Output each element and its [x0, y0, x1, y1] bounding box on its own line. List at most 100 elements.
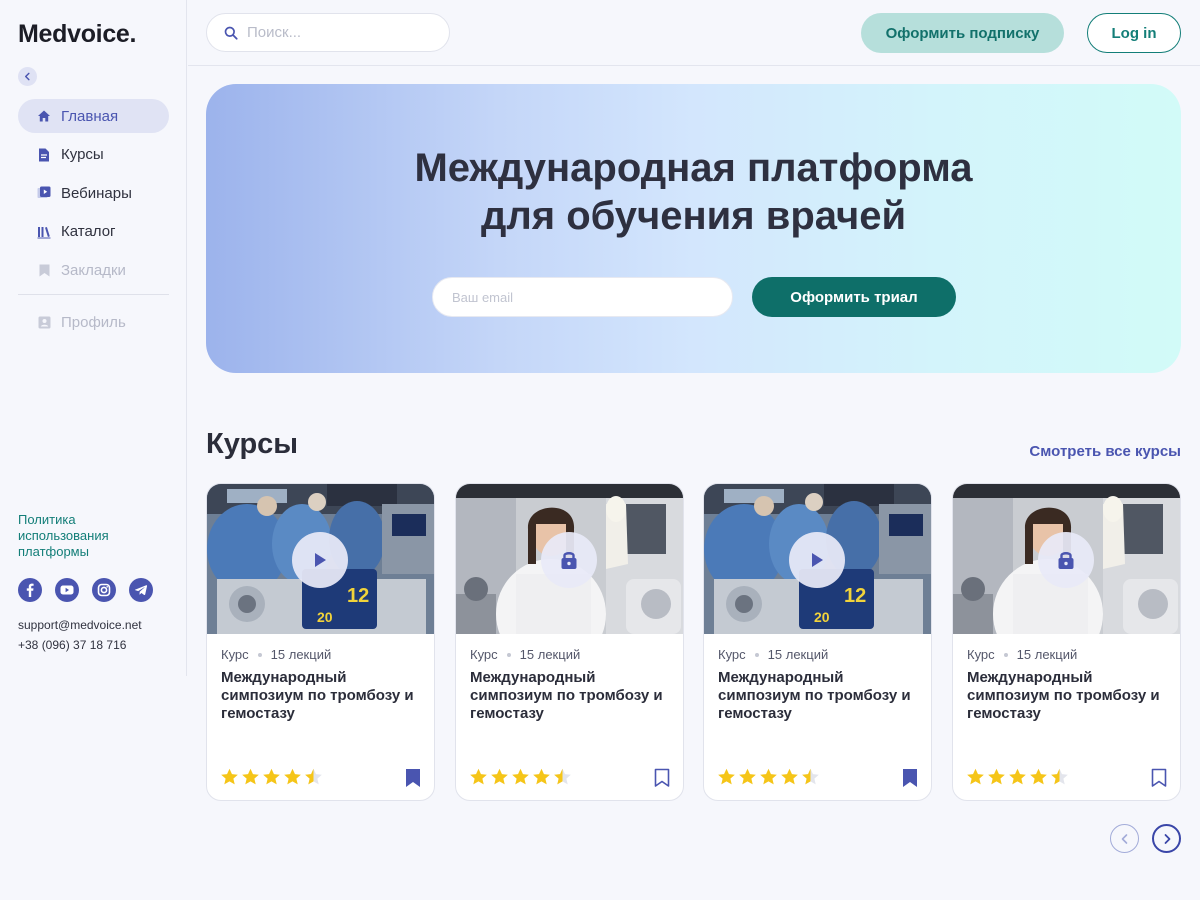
- telegram-icon[interactable]: [129, 578, 153, 602]
- social-links: [18, 578, 153, 602]
- meta-separator: [1003, 652, 1008, 657]
- half-star-icon: [305, 768, 322, 785]
- locked-badge: [541, 532, 597, 588]
- chevron-left-icon: [24, 72, 30, 81]
- search-icon: [224, 26, 238, 40]
- play-icon: [315, 553, 326, 567]
- carousel-next-button[interactable]: [1152, 824, 1181, 853]
- logo[interactable]: Medvoice.: [18, 20, 136, 49]
- nav-divider: [18, 294, 169, 295]
- course-title[interactable]: Международный симпозиум по тромбозу и ге…: [718, 669, 923, 723]
- star-icon: [988, 768, 1005, 785]
- subscribe-button[interactable]: Оформить подписку: [861, 13, 1064, 53]
- header-divider: [188, 65, 1200, 66]
- sidebar-item-home[interactable]: Главная: [18, 99, 169, 133]
- chevron-left-icon: [1121, 833, 1127, 844]
- star-icon: [1030, 768, 1047, 785]
- course-lectures: 15 лекций: [519, 647, 581, 662]
- course-meta: Курс 15 лекций: [718, 647, 828, 662]
- star-icon: [967, 768, 984, 785]
- sidebar-item-webinars[interactable]: Вебинары: [18, 176, 169, 210]
- rating-stars: [966, 768, 1069, 786]
- video-icon: [37, 186, 51, 200]
- course-image[interactable]: [456, 484, 683, 634]
- star-icon: [739, 768, 756, 785]
- email-field[interactable]: Ваш email: [432, 277, 733, 317]
- sidebar-item-label: Главная: [61, 107, 119, 125]
- course-card[interactable]: 12 20 Курс 15 лекций Международный симпо…: [703, 483, 932, 801]
- star-icon: [284, 768, 301, 785]
- star-icon: [760, 768, 777, 785]
- star-icon: [512, 768, 529, 785]
- facebook-icon[interactable]: [18, 578, 42, 602]
- search-placeholder: Поиск...: [247, 24, 302, 41]
- sidebar-item-label: Курсы: [61, 146, 104, 163]
- locked-badge: [1038, 532, 1094, 588]
- course-lectures: 15 лекций: [270, 647, 332, 662]
- rating-stars: [220, 768, 323, 786]
- sidebar-item-label: Вебинары: [61, 184, 132, 202]
- rating-stars: [717, 768, 820, 786]
- bookmark-outline-icon[interactable]: [1150, 768, 1168, 788]
- course-meta: Курс 15 лекций: [967, 647, 1077, 662]
- hero-title-line: для обучения врачей: [480, 194, 907, 238]
- course-image[interactable]: [953, 484, 1180, 634]
- see-all-courses-link[interactable]: Смотреть все курсы: [1029, 443, 1181, 460]
- course-meta: Курс 15 лекций: [221, 647, 331, 662]
- sidebar-nav: Главная Курсы Вебинары Каталог Закладки …: [18, 99, 169, 344]
- course-title[interactable]: Международный симпозиум по тромбозу и ге…: [967, 669, 1172, 723]
- carousel-prev-button[interactable]: [1110, 824, 1139, 853]
- collapse-sidebar-button[interactable]: [18, 67, 37, 86]
- star-icon: [242, 768, 259, 785]
- policy-link[interactable]: Политика использования платформы: [18, 512, 158, 560]
- svg-text:20: 20: [814, 609, 830, 625]
- instagram-icon[interactable]: [92, 578, 116, 602]
- bookmark-filled-icon[interactable]: [901, 768, 919, 788]
- meta-separator: [754, 652, 759, 657]
- star-icon: [533, 768, 550, 785]
- hero-banner: Международная платформа для обучения вра…: [206, 84, 1181, 373]
- support-phone[interactable]: +38 (096) 37 18 716: [18, 638, 126, 652]
- meta-separator: [257, 652, 262, 657]
- profile-icon: [37, 315, 51, 329]
- sidebar-item-profile[interactable]: Профиль: [18, 305, 169, 339]
- star-icon: [1009, 768, 1026, 785]
- sidebar-item-label: Закладки: [61, 261, 126, 279]
- youtube-icon[interactable]: [55, 578, 79, 602]
- support-email[interactable]: support@medvoice.net: [18, 618, 142, 632]
- half-star-icon: [1051, 768, 1068, 785]
- half-star-icon: [802, 768, 819, 785]
- course-card[interactable]: Курс 15 лекций Международный симпозиум п…: [455, 483, 684, 801]
- star-icon: [781, 768, 798, 785]
- svg-text:20: 20: [317, 609, 333, 625]
- play-icon: [812, 553, 823, 567]
- play-button[interactable]: [789, 532, 845, 588]
- sidebar-item-courses[interactable]: Курсы: [18, 138, 169, 172]
- star-icon: [221, 768, 238, 785]
- course-type: Курс: [718, 647, 746, 662]
- lock-icon: [1058, 552, 1074, 569]
- document-icon: [37, 148, 51, 162]
- bookmark-outline-icon[interactable]: [653, 768, 671, 788]
- course-image[interactable]: 12 20: [704, 484, 931, 634]
- course-card[interactable]: Курс 15 лекций Международный симпозиум п…: [952, 483, 1181, 801]
- course-title[interactable]: Международный симпозиум по тромбозу и ге…: [221, 669, 426, 723]
- play-button[interactable]: [292, 532, 348, 588]
- sidebar-item-catalog[interactable]: Каталог: [18, 215, 169, 249]
- star-icon: [718, 768, 735, 785]
- hero-title-line: Международная платформа: [414, 146, 973, 190]
- search-input[interactable]: Поиск...: [206, 13, 450, 52]
- course-title[interactable]: Международный симпозиум по тромбозу и ге…: [470, 669, 675, 723]
- bookmark-filled-icon[interactable]: [404, 768, 422, 788]
- meta-separator: [506, 652, 511, 657]
- course-lectures: 15 лекций: [1016, 647, 1078, 662]
- course-type: Курс: [470, 647, 498, 662]
- half-star-icon: [554, 768, 571, 785]
- login-button[interactable]: Log in: [1087, 13, 1181, 53]
- sidebar-item-bookmarks[interactable]: Закладки: [18, 253, 169, 287]
- course-card[interactable]: 12 20 Курс 15 лекций Международный симпо…: [206, 483, 435, 801]
- chevron-right-icon: [1164, 833, 1170, 844]
- course-image[interactable]: 12 20: [207, 484, 434, 634]
- sidebar-item-label: Профиль: [61, 313, 126, 331]
- trial-button[interactable]: Оформить триал: [752, 277, 956, 317]
